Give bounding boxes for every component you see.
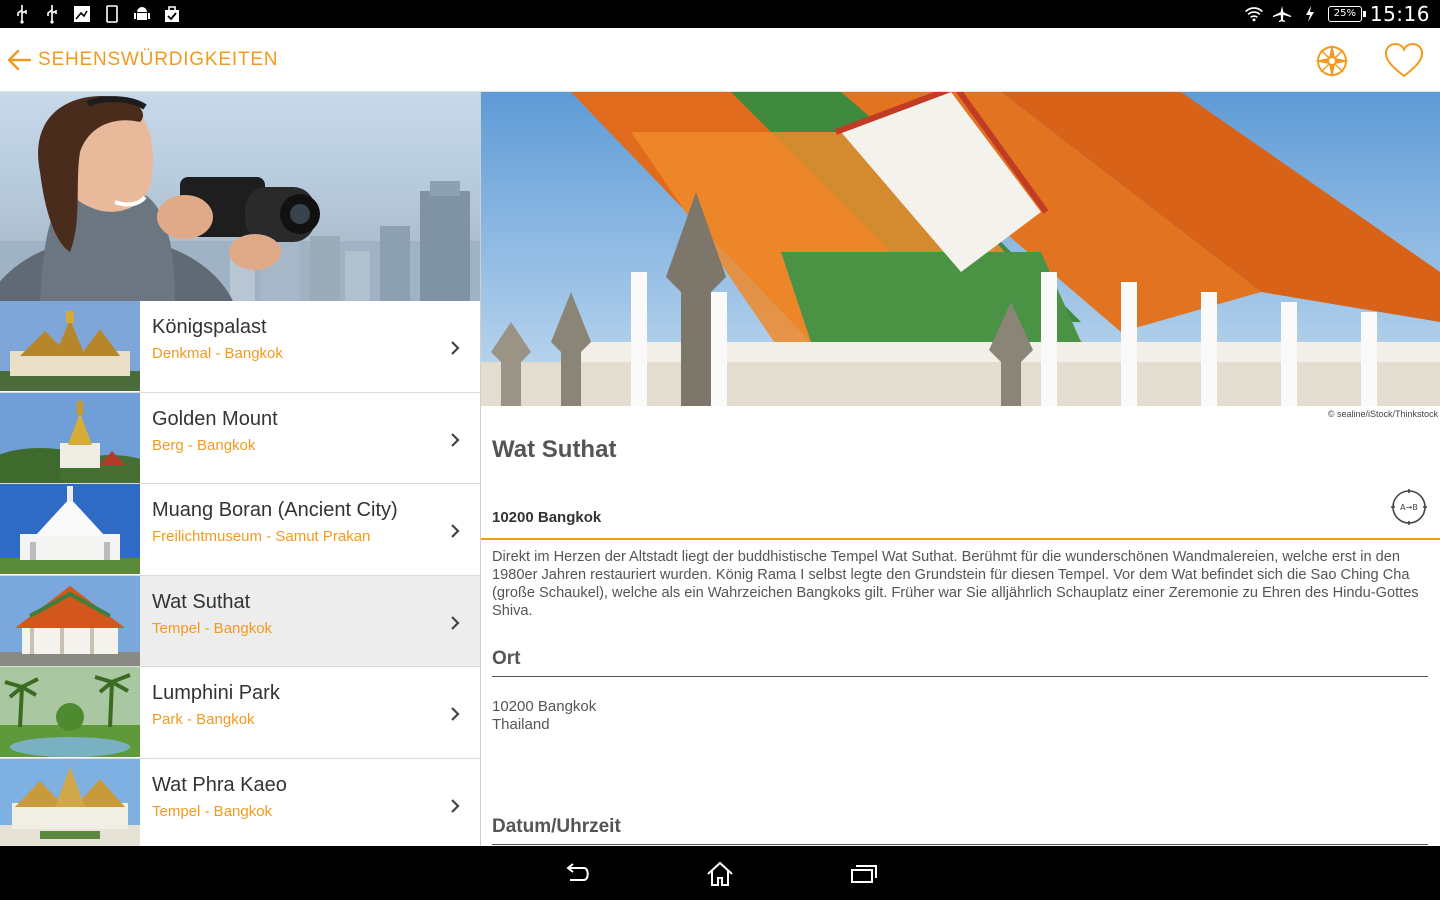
chevron-right-icon [451,524,460,538]
chevron-right-icon [451,615,460,630]
list-item-title: Golden Mount [152,407,278,430]
section-heading-datum: Datum/Uhrzeit [492,816,621,837]
android-icon [132,4,152,24]
list-item-subtitle: Denkmal - Bangkok [152,345,283,362]
clock: 15:16 [1369,2,1430,26]
section-heading-ort: Ort [492,648,521,669]
list-item[interactable]: Golden Mount Berg - Bangkok [0,392,480,484]
location-line: 10200 Bangkok [492,698,597,715]
wifi-icon [1244,4,1264,24]
usb-debug-icon [42,4,62,24]
list-item-title: Königspalast [152,316,267,338]
page-title: SEHENSWÜRDIGKEITEN [38,49,279,70]
location-text: 10200 Bangkok Thailand [492,698,596,734]
list-item[interactable]: Königspalast Denkmal - Bangkok [0,301,480,393]
woman-with-camera-image [0,95,320,301]
sights-list-pane[interactable]: Königspalast Denkmal - Bangkok Golden Mo… [0,92,480,846]
list-item-thumbnail [0,758,140,846]
sights-list: Königspalast Denkmal - Bangkok Golden Mo… [0,301,480,846]
list-item-subtitle: Park - Bangkok [152,711,255,728]
chevron-right-icon [451,798,460,813]
favorite-button[interactable] [1383,41,1425,81]
list-item-thumbnail [0,484,140,574]
list-item-title: Wat Phra Kaeo [152,773,287,796]
detail-address: 10200 Bangkok [492,509,602,526]
list-item-thumbnail [0,392,140,483]
section-divider [492,844,1428,845]
detail-title: Wat Suthat [492,436,617,463]
gallery-icon [72,4,92,24]
location-line: Thailand [492,716,550,733]
list-item-subtitle: Tempel - Bangkok [152,619,273,637]
heart-icon [1384,42,1424,78]
navigation-bar [0,846,1440,900]
list-item-title: Wat Suthat [152,590,251,613]
compass-icon [1315,44,1349,78]
list-item-subtitle: Freilichtmuseum - Samut Prakan [152,528,371,545]
battery-indicator: 25% [1327,6,1366,22]
nav-recent-apps-button[interactable] [848,860,878,888]
system-icons: 25% 15:16 [1244,2,1430,26]
list-item-title: Lumphini Park [152,682,280,704]
svg-text:A→B: A→B [1400,503,1418,512]
list-item-thumbnail [0,575,140,666]
address-divider [481,538,1440,540]
status-bar: 25% 15:16 [0,0,1440,28]
list-item[interactable]: Lumphini Park Park - Bangkok [0,667,480,759]
detail-description: Direkt im Herzen der Altstadt liegt der … [492,549,1419,619]
header-photo [0,92,480,301]
back-icon [566,863,589,881]
list-item[interactable]: Muang Boran (Ancient City) Freilichtmuse… [0,484,480,576]
charging-icon [1300,4,1320,24]
chevron-right-icon [451,707,460,721]
list-item-subtitle: Tempel - Bangkok [152,802,273,820]
route-icon: A→B [1391,489,1427,525]
recent-apps-icon [851,865,877,883]
chevron-right-icon [451,432,460,447]
list-item-thumbnail [0,301,140,391]
list-item-subtitle: Berg - Bangkok [152,436,256,454]
image-credit: © sealine/iStock/Thinkstock [1327,409,1438,419]
airplane-icon [1272,4,1292,24]
chevron-right-icon [451,341,460,355]
up-navigation-button[interactable] [4,44,36,76]
list-item-title: Muang Boran (Ancient City) [152,499,398,521]
temple-photo [481,92,1440,406]
list-item-selected[interactable]: Wat Suthat Tempel - Bangkok [0,575,480,667]
action-bar: SEHENSWÜRDIGKEITEN [0,28,1440,92]
home-icon [707,861,733,886]
section-divider [492,676,1428,677]
bag-icon [162,4,182,24]
route-button[interactable]: A→B [1390,488,1428,526]
nav-home-button[interactable] [705,860,735,888]
usb-icon [12,4,32,24]
notification-icons [12,4,182,24]
detail-pane[interactable]: © sealine/iStock/Thinkstock Wat Suthat 1… [481,92,1440,846]
list-item[interactable]: Wat Phra Kaeo Tempel - Bangkok [0,758,480,846]
list-item-thumbnail [0,667,140,757]
phone-icon [102,4,122,24]
nav-back-button[interactable] [562,860,592,888]
arrow-left-icon [7,49,32,71]
map-button[interactable] [1312,41,1352,81]
